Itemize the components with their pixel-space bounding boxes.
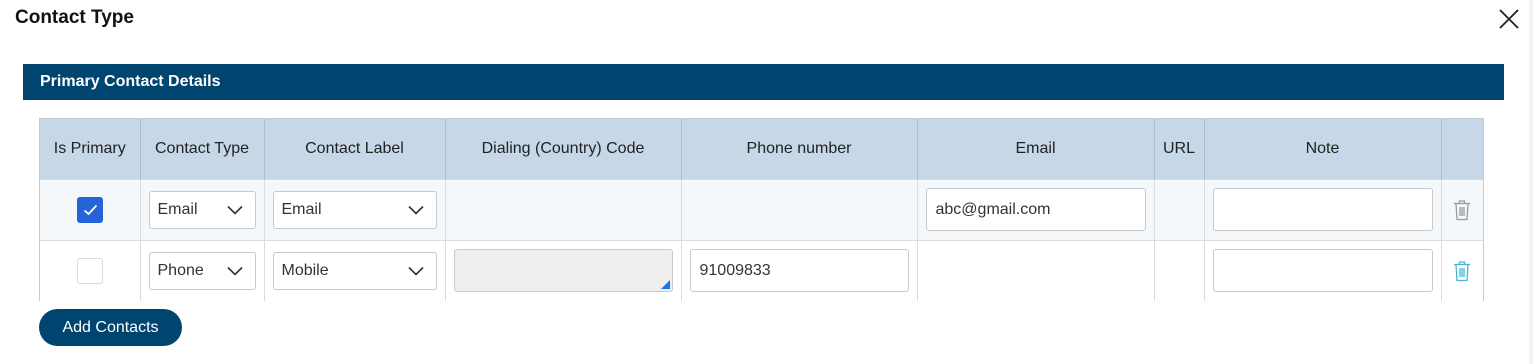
contact-label-value: Mobile	[281, 261, 329, 279]
note-field[interactable]	[1212, 188, 1433, 231]
cell-contact-label: Mobile	[264, 239, 446, 301]
cell-dialing-code	[445, 178, 682, 240]
contact-label-select[interactable]: Email	[272, 190, 437, 229]
contacts-grid: Is Primary Contact Type Contact Label Di…	[39, 118, 1484, 301]
cell-contact-label: Email	[264, 178, 446, 240]
check-icon	[83, 204, 97, 215]
table-row: Phone Mobile 91009833	[40, 239, 1483, 301]
add-contacts-button[interactable]: Add Contacts	[39, 309, 182, 346]
cell-dialing-code	[445, 239, 682, 301]
col-header-url[interactable]: URL	[1154, 119, 1205, 179]
is-primary-checkbox[interactable]	[76, 257, 103, 284]
trash-icon[interactable]	[1453, 260, 1471, 282]
col-header-actions	[1441, 119, 1483, 179]
cell-url	[1154, 239, 1205, 301]
chevron-down-icon	[407, 205, 424, 215]
contact-type-select[interactable]: Phone	[148, 251, 256, 290]
close-icon[interactable]	[1497, 7, 1521, 31]
phone-number-field[interactable]: 91009833	[689, 249, 909, 293]
col-header-email[interactable]: Email	[917, 119, 1155, 179]
cell-note	[1204, 239, 1442, 301]
scrollbar[interactable]	[1529, 0, 1533, 364]
section-title: Primary Contact Details	[40, 73, 221, 90]
resize-corner-icon	[660, 280, 670, 290]
col-header-contact-label[interactable]: Contact Label	[264, 119, 446, 179]
chevron-down-icon	[226, 266, 243, 276]
table-row: Email Email abc@gmail.com	[40, 178, 1483, 240]
dialog-title: Contact Type	[15, 7, 134, 28]
contact-type-value: Phone	[157, 261, 204, 279]
contact-type-value: Email	[157, 200, 198, 218]
email-field[interactable]: abc@gmail.com	[925, 188, 1146, 231]
contacts-table: Is Primary Contact Type Contact Label Di…	[40, 119, 1483, 301]
note-field[interactable]	[1212, 249, 1433, 293]
cell-email: abc@gmail.com	[917, 178, 1155, 240]
dialing-code-field[interactable]	[453, 249, 673, 293]
section-header: Primary Contact Details	[23, 64, 1504, 100]
col-header-dialing-code[interactable]: Dialing (Country) Code	[445, 119, 682, 179]
cell-is-primary	[40, 178, 141, 240]
cell-phone-number	[681, 178, 918, 240]
cell-url	[1154, 178, 1205, 240]
cell-email	[917, 239, 1155, 301]
cell-contact-type: Email	[140, 178, 265, 240]
chevron-down-icon	[407, 266, 424, 276]
contact-label-select[interactable]: Mobile	[272, 251, 437, 290]
col-header-phone-number[interactable]: Phone number	[681, 119, 918, 179]
is-primary-checkbox[interactable]	[76, 196, 103, 223]
cell-phone-number: 91009833	[681, 239, 918, 301]
contact-label-value: Email	[281, 200, 322, 218]
col-header-note[interactable]: Note	[1204, 119, 1442, 179]
table-header-row: Is Primary Contact Type Contact Label Di…	[40, 119, 1483, 179]
trash-icon[interactable]	[1453, 199, 1471, 221]
cell-actions	[1441, 239, 1483, 301]
cell-note	[1204, 178, 1442, 240]
col-header-is-primary[interactable]: Is Primary	[40, 119, 141, 179]
contact-type-select[interactable]: Email	[148, 190, 256, 229]
col-header-contact-type[interactable]: Contact Type	[140, 119, 265, 179]
cell-is-primary	[40, 239, 141, 301]
cell-actions	[1441, 178, 1483, 240]
cell-contact-type: Phone	[140, 239, 265, 301]
chevron-down-icon	[226, 205, 243, 215]
